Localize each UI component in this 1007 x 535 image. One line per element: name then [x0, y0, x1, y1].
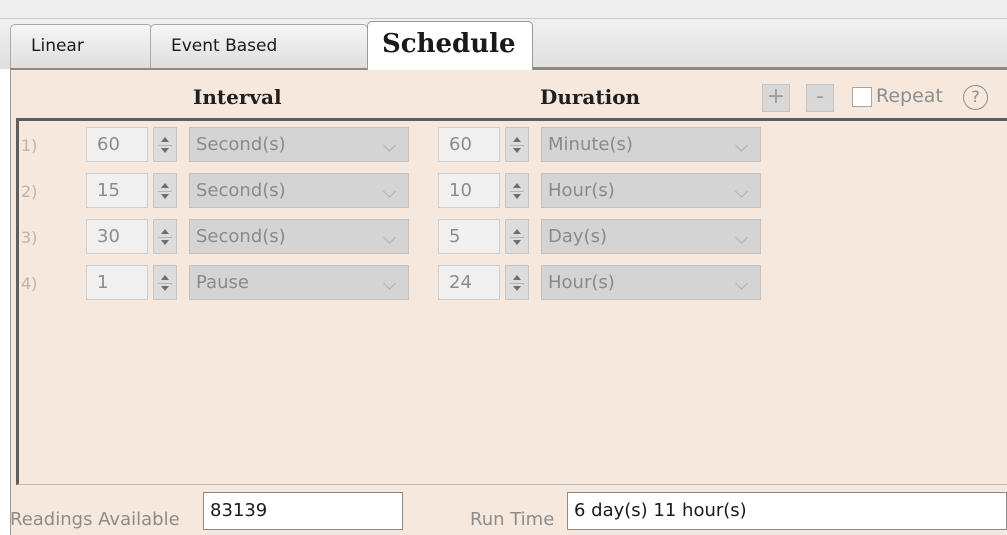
interval-unit-select[interactable]: Pause: [189, 265, 409, 300]
duration-stepper[interactable]: [505, 127, 529, 162]
duration-value-field[interactable]: 10: [438, 173, 500, 208]
tab-linear[interactable]: Linear: [10, 24, 152, 68]
interval-stepper[interactable]: [153, 173, 177, 208]
readings-available-field[interactable]: 83139: [203, 492, 403, 530]
repeat-label: Repeat: [876, 85, 943, 107]
schedule-row: 1) 60 Second(s) 60 Minute(s): [16, 127, 1007, 163]
spin-up-arrow-icon[interactable]: [161, 137, 169, 142]
duration-unit-value: Minute(s): [548, 134, 633, 155]
window-top-strip: [0, 0, 1007, 18]
spin-down-arrow-icon[interactable]: [513, 194, 521, 199]
interval-unit-select[interactable]: Second(s): [189, 219, 409, 254]
spin-up-arrow-icon[interactable]: [513, 137, 521, 142]
duration-column-header: Duration: [540, 85, 641, 109]
interval-value-field[interactable]: 1: [86, 265, 148, 300]
row-index: 2): [21, 182, 38, 201]
duration-value-field[interactable]: 60: [438, 127, 500, 162]
readings-available-label: Readings Available: [10, 509, 180, 530]
help-icon[interactable]: ?: [963, 85, 988, 110]
duration-unit-select[interactable]: Minute(s): [541, 127, 761, 162]
schedule-row: 3) 30 Second(s) 5 Day(s): [16, 219, 1007, 255]
chevron-down-icon: [383, 277, 396, 290]
tab-schedule[interactable]: Schedule: [367, 21, 533, 70]
chevron-down-icon: [735, 231, 748, 244]
interval-value-field[interactable]: 30: [86, 219, 148, 254]
duration-unit-select[interactable]: Hour(s): [541, 173, 761, 208]
interval-unit-select[interactable]: Second(s): [189, 127, 409, 162]
chevron-down-icon: [735, 277, 748, 290]
run-time-label: Run Time: [470, 509, 555, 530]
duration-unit-value: Day(s): [548, 226, 607, 247]
duration-stepper[interactable]: [505, 219, 529, 254]
spin-down-arrow-icon[interactable]: [161, 240, 169, 245]
row-index: 4): [21, 274, 38, 293]
chevron-down-icon: [383, 185, 396, 198]
interval-value-field[interactable]: 60: [86, 127, 148, 162]
chevron-down-icon: [735, 185, 748, 198]
schedule-row: 2) 15 Second(s) 10 Hour(s): [16, 173, 1007, 209]
interval-unit-select[interactable]: Second(s): [189, 173, 409, 208]
spin-up-arrow-icon[interactable]: [513, 183, 521, 188]
interval-column-header: Interval: [193, 85, 282, 109]
row-index: 1): [21, 136, 38, 155]
spin-down-arrow-icon[interactable]: [161, 286, 169, 291]
remove-row-button[interactable]: -: [806, 84, 834, 112]
interval-unit-value: Second(s): [196, 180, 286, 201]
spin-up-arrow-icon[interactable]: [513, 229, 521, 234]
spin-down-arrow-icon[interactable]: [513, 286, 521, 291]
interval-unit-value: Second(s): [196, 226, 286, 247]
spin-down-arrow-icon[interactable]: [161, 148, 169, 153]
duration-unit-select[interactable]: Hour(s): [541, 265, 761, 300]
chevron-down-icon: [383, 231, 396, 244]
spin-up-arrow-icon[interactable]: [161, 275, 169, 280]
interval-stepper[interactable]: [153, 219, 177, 254]
spin-down-arrow-icon[interactable]: [513, 148, 521, 153]
spin-down-arrow-icon[interactable]: [513, 240, 521, 245]
schedule-row: 4) 1 Pause 24 Hour(s): [16, 265, 1007, 301]
duration-unit-value: Hour(s): [548, 180, 615, 201]
duration-unit-value: Hour(s): [548, 272, 615, 293]
run-time-field[interactable]: 6 day(s) 11 hour(s): [567, 492, 1007, 530]
duration-value-field[interactable]: 24: [438, 265, 500, 300]
row-index: 3): [21, 228, 38, 247]
duration-stepper[interactable]: [505, 265, 529, 300]
duration-stepper[interactable]: [505, 173, 529, 208]
tab-event-based[interactable]: Event Based: [150, 24, 368, 68]
add-row-button[interactable]: +: [762, 84, 790, 112]
spin-up-arrow-icon[interactable]: [161, 183, 169, 188]
interval-stepper[interactable]: [153, 127, 177, 162]
spin-down-arrow-icon[interactable]: [161, 194, 169, 199]
interval-unit-value: Second(s): [196, 134, 286, 155]
interval-value-field[interactable]: 15: [86, 173, 148, 208]
chevron-down-icon: [383, 139, 396, 152]
spin-up-arrow-icon[interactable]: [513, 275, 521, 280]
spin-up-arrow-icon[interactable]: [161, 229, 169, 234]
repeat-checkbox[interactable]: [852, 87, 872, 107]
interval-stepper[interactable]: [153, 265, 177, 300]
interval-unit-value: Pause: [196, 272, 249, 293]
duration-value-field[interactable]: 5: [438, 219, 500, 254]
duration-unit-select[interactable]: Day(s): [541, 219, 761, 254]
chevron-down-icon: [735, 139, 748, 152]
